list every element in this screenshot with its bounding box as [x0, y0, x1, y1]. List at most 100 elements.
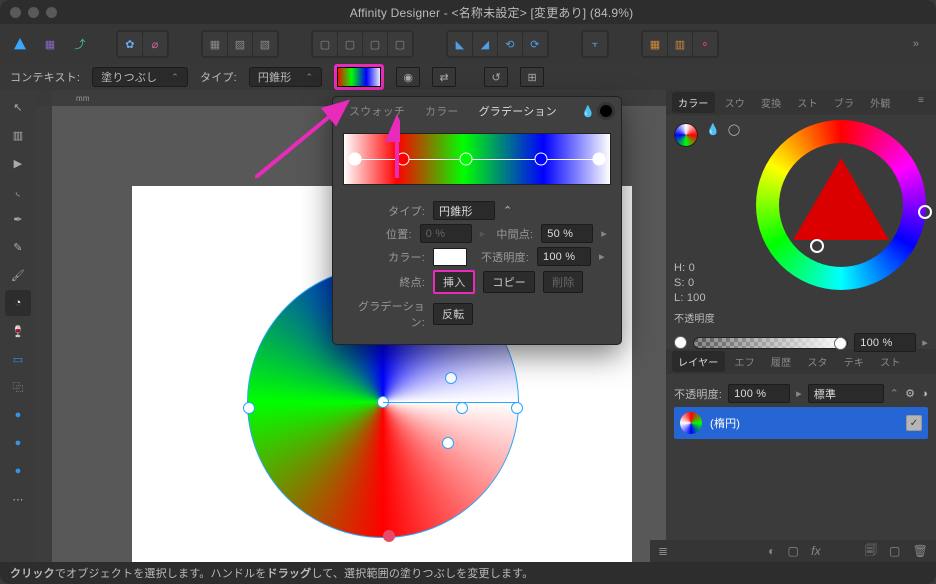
reverse-icon[interactable]: ⇄ — [432, 67, 456, 87]
insert-button[interactable]: 挿入 — [433, 270, 475, 294]
cog-icon[interactable]: ⚙ — [905, 387, 915, 400]
p-opacity-input[interactable]: 100 % — [537, 247, 591, 266]
p-mid-input[interactable]: 50 % — [541, 224, 593, 243]
eyedropper-icon[interactable]: 💧 — [706, 123, 720, 147]
crop-tool-icon[interactable]: ⿻ — [5, 374, 31, 400]
mask-icon[interactable]: ▢ — [788, 544, 800, 558]
zoom-icon[interactable] — [46, 7, 57, 18]
tab-appearance[interactable]: 外観 — [864, 92, 896, 113]
blend-mode-select[interactable]: 標準 — [808, 384, 884, 403]
tab-history[interactable]: 履歴 — [765, 351, 797, 372]
repeat-icon[interactable]: ↺ — [484, 67, 508, 87]
close-icon[interactable] — [10, 7, 21, 18]
flip-h-icon[interactable]: ◣ — [448, 32, 472, 56]
p-pos-input[interactable]: 0 % — [420, 224, 472, 243]
place-tool-icon[interactable]: ▭ — [5, 346, 31, 372]
tab-transform[interactable]: 変換 — [755, 92, 787, 113]
order-btn2[interactable]: ▢ — [338, 32, 362, 56]
artboard-tool-icon[interactable]: ▥ — [5, 122, 31, 148]
order-btn[interactable]: ▢ — [313, 32, 337, 56]
gradient-stop[interactable] — [348, 153, 361, 166]
pencil-tool-icon[interactable]: ✎ — [5, 234, 31, 260]
clip-icon[interactable]: 🗐 — [865, 541, 877, 562]
copy-button[interactable]: コピー — [483, 271, 535, 293]
rotate-l-icon[interactable]: ⟲ — [498, 32, 522, 56]
corner-tool-icon[interactable]: ◟ — [5, 178, 31, 204]
brush-tool-icon[interactable]: 🖌 — [5, 262, 31, 288]
rect-tool-icon[interactable]: ● — [5, 430, 31, 456]
obj-btn[interactable]: ▦ — [203, 32, 227, 56]
layer-opacity-value[interactable]: 100 % — [728, 384, 790, 403]
fx-icon[interactable]: fx — [811, 544, 821, 558]
delete-button[interactable]: 削除 — [543, 271, 583, 293]
gradient-stop[interactable] — [396, 153, 409, 166]
swap-icon[interactable]: ◉ — [396, 67, 420, 87]
tab-effects[interactable]: エフ — [729, 351, 761, 372]
p-type-select[interactable]: 円錐形 — [433, 201, 495, 220]
gradient-editor[interactable] — [343, 133, 611, 185]
tab-color[interactable]: カラー — [672, 92, 715, 113]
gradient-stop[interactable] — [460, 153, 473, 166]
tab-text[interactable]: テキ — [838, 351, 870, 372]
transparency-tool-icon[interactable]: 🍷 — [5, 318, 31, 344]
gradient-stop[interactable] — [534, 153, 547, 166]
grid-icon[interactable]: ▦ — [643, 32, 667, 56]
node-tool-icon[interactable]: ▶ — [5, 150, 31, 176]
tab-gradient[interactable]: グラデーション — [469, 99, 567, 123]
overflow-icon[interactable]: » — [904, 32, 928, 56]
tab-color[interactable]: カラー — [415, 99, 469, 123]
sample-ring-icon[interactable]: ◯ — [728, 123, 741, 147]
stack-icon[interactable]: ≣ — [658, 544, 668, 558]
visibility-checkbox[interactable]: ✓ — [906, 415, 922, 431]
order-btn4[interactable]: ▢ — [388, 32, 412, 56]
rotate-r-icon[interactable]: ⟳ — [523, 32, 547, 56]
gradient-stop[interactable] — [593, 153, 606, 166]
minimize-icon[interactable] — [28, 7, 39, 18]
snapshots-btn[interactable]: ⌀ — [143, 32, 167, 56]
polygon-tool-icon[interactable]: ● — [5, 402, 31, 428]
opacity-value[interactable]: 100 % — [854, 333, 916, 352]
assets-btn[interactable]: ✿ — [118, 32, 142, 56]
tab-swatch[interactable]: スウォッチ — [339, 99, 415, 123]
grid2-icon[interactable]: ▥ — [668, 32, 692, 56]
tab-stock[interactable]: スト — [874, 351, 906, 372]
align-btn[interactable]: ⫟ — [583, 32, 607, 56]
persona-export-icon[interactable]: ⤴ — [68, 32, 92, 56]
group-icon[interactable]: ▢ — [889, 544, 901, 558]
tab-layers[interactable]: レイヤー — [672, 351, 725, 372]
layer-row[interactable]: (楕円) ✓ — [674, 407, 928, 439]
fill-select[interactable]: 塗りつぶし⌃ — [92, 67, 188, 87]
fill-well[interactable] — [674, 123, 698, 147]
order-btn3[interactable]: ▢ — [363, 32, 387, 56]
fill-tool-icon[interactable]: ◔ — [5, 290, 31, 316]
tab-stroke[interactable]: スト — [791, 92, 823, 113]
tab-brush[interactable]: ブラ — [828, 92, 860, 113]
eyedropper-icon[interactable]: 💧 — [581, 105, 595, 118]
gradient-swatch-button[interactable] — [334, 64, 384, 90]
lock-icon[interactable]: ⊞ — [520, 67, 544, 87]
ellipse-tool-icon[interactable]: ● — [5, 458, 31, 484]
flip-v-icon[interactable]: ◢ — [473, 32, 497, 56]
trash-icon[interactable]: 🗑 — [913, 544, 928, 558]
p-color-well[interactable] — [433, 248, 467, 266]
color-wheel[interactable] — [756, 120, 926, 290]
reverse-button[interactable]: 反転 — [433, 303, 473, 325]
context-label: コンテキスト: — [10, 69, 80, 85]
opacity-slider[interactable] — [693, 337, 848, 349]
tab-styles[interactable]: スタ — [801, 351, 833, 372]
pen-tool-icon[interactable]: ✒ — [5, 206, 31, 232]
type-select[interactable]: 円錐形⌃ — [249, 67, 322, 87]
obj-btn3[interactable]: ▧ — [253, 32, 277, 56]
adj-icon[interactable]: ◐ — [768, 544, 775, 558]
color-preview[interactable] — [597, 102, 615, 120]
persona-pixel-icon[interactable]: ▦ — [38, 32, 62, 56]
magnet-icon[interactable]: ⚬ — [693, 32, 717, 56]
persona-vector-icon[interactable] — [8, 32, 32, 56]
text-tool-icon[interactable]: ⋯ — [5, 486, 31, 512]
obj-btn2[interactable]: ▨ — [228, 32, 252, 56]
lock-icon[interactable]: ◑ — [921, 388, 928, 400]
move-tool-icon[interactable]: ↖ — [5, 94, 31, 120]
tab-swatch[interactable]: スウ — [719, 92, 751, 113]
gradient-popover: スウォッチ カラー グラデーション 💧 タイプ:円錐形⌃ 位置:0 %▸ 中間点… — [332, 96, 622, 345]
panel-menu-icon[interactable]: ≡ — [912, 92, 930, 113]
